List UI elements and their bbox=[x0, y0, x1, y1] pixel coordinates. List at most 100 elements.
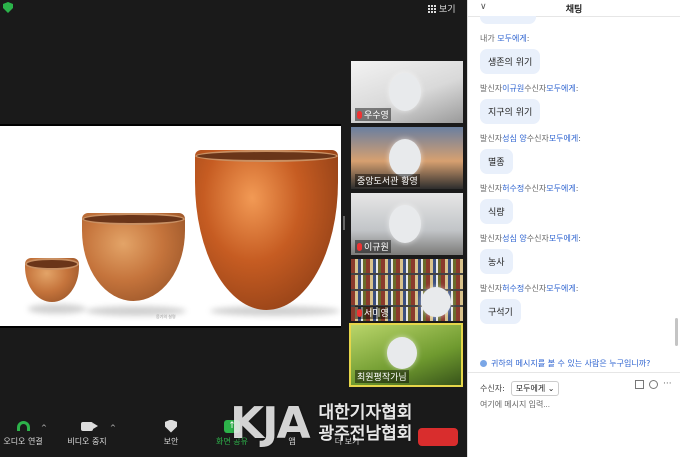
panel-resize-handle[interactable] bbox=[343, 216, 345, 230]
message-from: 허수정 bbox=[502, 284, 525, 293]
participant-name: 서미영 bbox=[364, 309, 389, 319]
chat-bubble: 멸종 bbox=[480, 149, 513, 174]
audio-button[interactable]: 오디오 연결 bbox=[2, 418, 44, 447]
info-icon bbox=[480, 360, 487, 367]
view-button[interactable]: 보기 bbox=[428, 2, 456, 15]
message-suffix: : bbox=[526, 34, 530, 43]
message-from: 이규원 bbox=[502, 84, 525, 93]
message-suffix: : bbox=[575, 184, 579, 193]
headphones-icon bbox=[16, 421, 30, 431]
participant-tile[interactable]: 서미영 bbox=[351, 259, 463, 321]
chat-message: 발신자성심 양수신자모두에게: 농사 bbox=[480, 233, 680, 274]
share-screen-icon: ↑ bbox=[224, 419, 240, 433]
chat-message: 내가 모두에게: 생존의 위기 bbox=[480, 33, 680, 74]
pottery-large-image bbox=[195, 150, 338, 310]
message-prefix: 발신자 bbox=[480, 234, 503, 243]
message-mid: 수신자 bbox=[524, 284, 547, 293]
pottery-medium-image bbox=[82, 213, 185, 301]
message-from: 허수정 bbox=[502, 184, 525, 193]
meeting-window: 보기 웅기의 설명 우수영 중앙도서관 황영 이규원 서미영 최원평작가님 오디 bbox=[0, 0, 467, 457]
pottery-small-image bbox=[25, 258, 79, 302]
message-from: 성심 양 bbox=[502, 234, 527, 243]
chat-messages: 내가 모두에게: 생존의 위기 발신자이규원수신자모두에게: 지구의 위기 발신… bbox=[480, 16, 680, 351]
chat-bubble: 지구의 위기 bbox=[480, 99, 541, 124]
chat-bubble: 생존의 위기 bbox=[480, 49, 541, 74]
message-suffix: : bbox=[575, 284, 579, 293]
chat-panel: ∨ 채팅 내가 모두에게: 생존의 위기 발신자이규원수신자모두에게: 지구의 … bbox=[467, 0, 680, 457]
message-to: 모두에게 bbox=[497, 34, 527, 43]
security-label: 보안 bbox=[163, 437, 179, 446]
blurred-face bbox=[421, 287, 451, 317]
shared-screen: 웅기의 설명 bbox=[0, 124, 341, 328]
more-options-icon[interactable]: ··· bbox=[663, 380, 672, 389]
view-label: 보기 bbox=[439, 5, 456, 15]
message-mid: 수신자 bbox=[524, 184, 547, 193]
chat-bubble: 구석기 bbox=[480, 299, 521, 324]
who-can-see-link[interactable]: 귀하의 메시지를 볼 수 있는 사람은 누구입니까? bbox=[480, 358, 650, 369]
chat-message: 발신자성심 양수신자모두에게: 멸종 bbox=[480, 133, 680, 174]
shield-icon bbox=[165, 419, 177, 433]
message-mid: 수신자 bbox=[526, 134, 549, 143]
message-prefix: 발신자 bbox=[480, 84, 503, 93]
video-label: 비디오 중지 bbox=[67, 437, 107, 446]
chat-bubble: 식량 bbox=[480, 199, 513, 224]
message-from: 성심 양 bbox=[502, 134, 527, 143]
message-to: 모두에게 bbox=[546, 84, 576, 93]
more-button[interactable]: 더 보기 bbox=[330, 418, 364, 447]
recipient-select[interactable]: 모두에게 ⌄ bbox=[510, 381, 560, 396]
slide-caption: 웅기의 설명 bbox=[156, 314, 176, 319]
message-prefix: 발신자 bbox=[480, 134, 503, 143]
message-prefix: 발신자 bbox=[480, 184, 503, 193]
message-to: 모두에게 bbox=[548, 234, 579, 243]
security-button[interactable]: 보안 bbox=[156, 418, 186, 447]
chat-bubble-partial bbox=[480, 16, 536, 24]
file-icon[interactable] bbox=[635, 380, 644, 389]
blurred-face bbox=[389, 205, 421, 243]
more-label: 더 보기 bbox=[334, 437, 360, 446]
active-speaker-tile[interactable]: 최원평작가님 bbox=[349, 323, 463, 387]
message-mid: 수신자 bbox=[524, 84, 547, 93]
emoji-icon[interactable] bbox=[649, 380, 658, 389]
chat-scrollbar[interactable] bbox=[675, 318, 678, 346]
blurred-face bbox=[387, 337, 417, 369]
chat-message: 발신자허수정수신자모두에게: 구석기 bbox=[480, 283, 680, 324]
recipient-label: 수신자: bbox=[480, 384, 505, 393]
participant-name: 이규원 bbox=[364, 243, 389, 253]
mic-muted-icon bbox=[357, 308, 362, 317]
participant-tile[interactable]: 이규원 bbox=[351, 193, 463, 255]
share-label: 화면 공유 bbox=[216, 437, 248, 446]
message-to: 모두에게 bbox=[546, 284, 576, 293]
chat-message: 발신자이규원수신자모두에게: 지구의 위기 bbox=[480, 83, 680, 124]
apps-button[interactable]: 앱 bbox=[282, 418, 302, 447]
participant-name: 중앙도서관 황영 bbox=[357, 177, 418, 187]
end-meeting-button[interactable] bbox=[418, 428, 458, 446]
message-suffix: : bbox=[575, 84, 579, 93]
audio-label: 오디오 연결 bbox=[3, 437, 43, 446]
audio-options-chevron-icon[interactable]: ^ bbox=[41, 424, 47, 432]
chat-message: 발신자허수정수신자모두에게: 식량 bbox=[480, 183, 680, 224]
participant-name: 우수영 bbox=[364, 111, 389, 121]
mic-muted-icon bbox=[357, 242, 362, 251]
blurred-face bbox=[389, 73, 421, 111]
apps-label: 앱 bbox=[288, 437, 296, 446]
participant-tile[interactable]: 우수영 bbox=[351, 61, 463, 123]
video-button[interactable]: 비디오 중지 bbox=[64, 418, 110, 447]
who-can-see-text: 귀하의 메시지를 볼 수 있는 사람은 누구입니까? bbox=[491, 359, 651, 368]
message-suffix: : bbox=[578, 234, 581, 243]
message-prefix: 발신자 bbox=[480, 284, 503, 293]
chat-message-input[interactable] bbox=[480, 400, 670, 409]
mic-muted-icon bbox=[357, 110, 362, 119]
message-to: 모두에게 bbox=[548, 134, 579, 143]
message-to: 모두에게 bbox=[546, 184, 576, 193]
chat-title: 채팅 bbox=[565, 5, 583, 15]
message-prefix: 내가 bbox=[480, 34, 498, 43]
video-options-chevron-icon[interactable]: ^ bbox=[110, 424, 116, 432]
chat-header: ∨ 채팅 bbox=[468, 0, 680, 17]
camera-icon bbox=[81, 421, 98, 431]
participant-name: 최원평작가님 bbox=[357, 373, 407, 383]
encryption-shield-icon[interactable] bbox=[3, 2, 13, 13]
participant-tile[interactable]: 중앙도서관 황영 bbox=[351, 127, 463, 189]
message-mid: 수신자 bbox=[526, 234, 549, 243]
share-screen-button[interactable]: ↑ 화면 공유 bbox=[210, 418, 254, 447]
message-suffix: : bbox=[578, 134, 581, 143]
